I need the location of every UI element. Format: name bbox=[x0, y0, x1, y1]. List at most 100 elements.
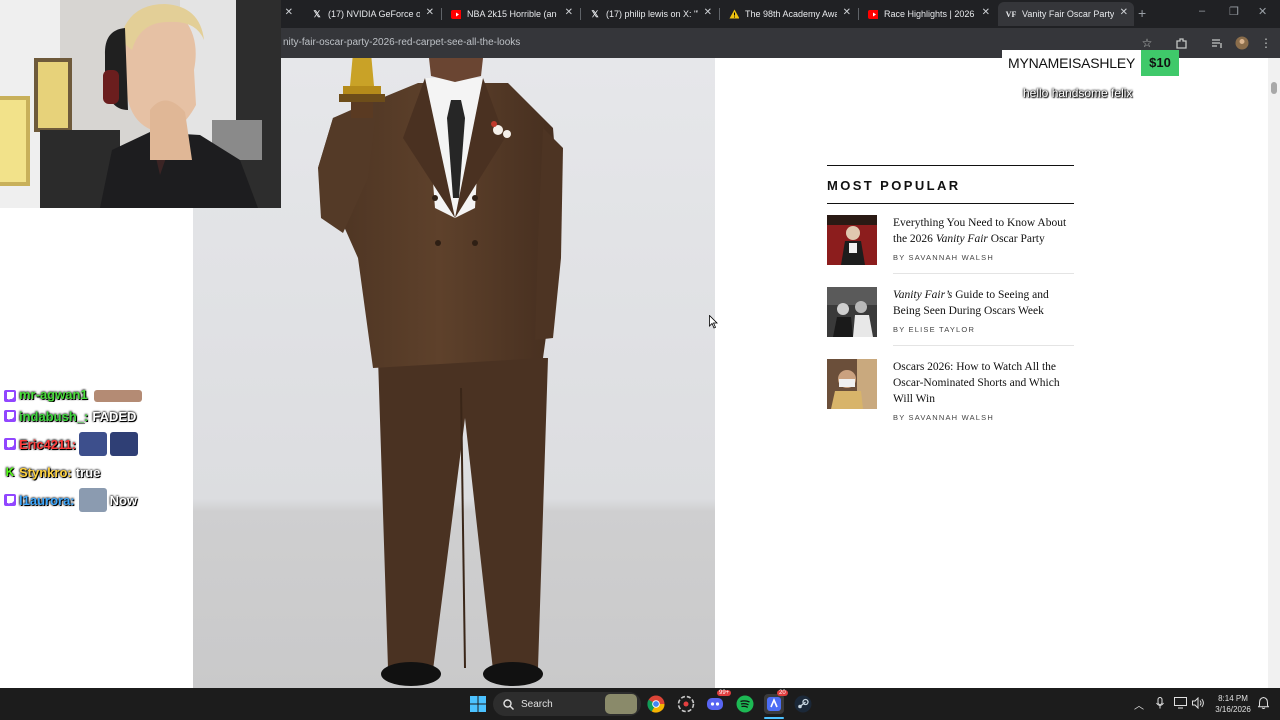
close-icon[interactable]: ✕ bbox=[704, 7, 712, 18]
chat-username: Stynkro: bbox=[19, 464, 72, 480]
article-thumbnail[interactable] bbox=[827, 287, 877, 337]
tab-title: Race Highlights | 2026 Ch bbox=[884, 9, 974, 19]
discord-icon[interactable]: 99+ bbox=[705, 690, 732, 714]
kick-badge-icon: K bbox=[5, 465, 15, 479]
twitch-badge-icon bbox=[4, 410, 16, 422]
article-byline: BY SAVANNAH WALSH bbox=[893, 253, 994, 262]
app-badge: 20 bbox=[777, 690, 788, 696]
popular-article[interactable]: Vanity Fair’s Guide to Seeing and Being … bbox=[827, 287, 1074, 359]
headline-italic: Vanity Fair bbox=[935, 233, 988, 245]
close-icon[interactable]: ✕ bbox=[982, 7, 990, 18]
microphone-icon[interactable] bbox=[1156, 697, 1164, 712]
active-app-indicator bbox=[764, 717, 784, 719]
close-icon[interactable]: ✕ bbox=[426, 7, 434, 18]
chat-message: indabush_: FADED bbox=[4, 402, 184, 430]
tab-title: (17) philip lewis on X: "W bbox=[606, 9, 698, 19]
chat-message: Eric4211: bbox=[4, 430, 184, 458]
taskbar-search[interactable]: Search bbox=[493, 692, 641, 716]
x-logo-icon: 𝕏 bbox=[591, 8, 599, 19]
search-label: Search bbox=[521, 698, 553, 710]
chat-message: K Stynkro: true bbox=[4, 458, 184, 486]
system-clock[interactable]: 8:14 PM 3/16/2026 bbox=[1210, 693, 1256, 715]
headline-italic: Vanity Fair’s bbox=[893, 289, 953, 301]
app-icon-active[interactable]: 20 bbox=[764, 690, 788, 714]
youtube-icon bbox=[868, 9, 878, 19]
vf-icon: VF bbox=[1005, 9, 1017, 19]
search-icon bbox=[503, 698, 514, 710]
clock-time: 8:14 PM bbox=[1218, 694, 1248, 703]
notification-bell-icon[interactable] bbox=[1257, 696, 1270, 712]
network-icon[interactable] bbox=[1174, 697, 1188, 712]
warning-icon bbox=[729, 9, 739, 19]
donor-name: MYNAMEISASHLEY bbox=[1002, 50, 1142, 76]
close-window-button[interactable]: ✕ bbox=[1258, 5, 1267, 18]
webcam-overlay bbox=[0, 0, 281, 208]
chat-message: mr-agwan1 bbox=[4, 388, 184, 402]
article-headline[interactable]: Everything You Need to Know About the 20… bbox=[893, 215, 1074, 247]
new-tab-button[interactable]: + bbox=[1138, 5, 1146, 21]
donation-amount: $10 bbox=[1141, 50, 1179, 76]
article-byline: BY SAVANNAH WALSH bbox=[893, 413, 994, 422]
profile-avatar-icon[interactable] bbox=[1234, 35, 1250, 51]
windows-start-icon[interactable] bbox=[468, 694, 488, 714]
twitch-badge-icon bbox=[4, 494, 16, 506]
section-rule bbox=[827, 165, 1074, 166]
tab-philip-lewis[interactable]: 𝕏 (17) philip lewis on X: "W ✕ bbox=[582, 2, 718, 26]
tab-title: Vanity Fair Oscar Party 20 bbox=[1022, 9, 1114, 19]
youtube-icon bbox=[451, 9, 461, 19]
article-headline[interactable]: Oscars 2026: How to Watch All the Oscar-… bbox=[893, 359, 1074, 407]
chevron-up-icon[interactable]: ︿ bbox=[1134, 697, 1144, 712]
popular-article[interactable]: Oscars 2026: How to Watch All the Oscar-… bbox=[827, 359, 1074, 431]
article-thumbnail[interactable] bbox=[827, 359, 877, 409]
chat-message: l1aurora: Now bbox=[4, 486, 184, 514]
article-byline: BY ELISE TAYLOR bbox=[893, 325, 976, 334]
discord-badge: 99+ bbox=[717, 690, 732, 696]
chat-emote bbox=[78, 488, 107, 512]
steam-icon[interactable] bbox=[793, 694, 813, 714]
article-headline[interactable]: Vanity Fair’s Guide to Seeing and Being … bbox=[893, 287, 1074, 319]
chrome-icon[interactable] bbox=[646, 694, 666, 714]
chat-text: true bbox=[75, 464, 101, 480]
tab-close-button[interactable]: ✕ bbox=[281, 2, 297, 26]
x-logo-icon: 𝕏 bbox=[313, 8, 321, 19]
chat-emote bbox=[110, 432, 139, 456]
tab-race-highlights[interactable]: Race Highlights | 2026 Ch ✕ bbox=[860, 2, 996, 26]
close-icon[interactable]: ✕ bbox=[843, 7, 851, 18]
spotify-icon[interactable] bbox=[735, 694, 755, 714]
donation-alert: MYNAMEISASHLEY $10 bbox=[1002, 50, 1179, 76]
maximize-button[interactable]: ❐ bbox=[1229, 5, 1239, 18]
donation-message: hello handsome felix bbox=[1023, 86, 1133, 100]
windows-taskbar: Search 99+ 20 ︿ 8:14 PM 3/16/2026 bbox=[0, 688, 1280, 720]
bookmark-star-icon[interactable]: ☆ bbox=[1139, 35, 1155, 51]
mouse-cursor-icon bbox=[709, 315, 718, 329]
close-icon[interactable]: ✕ bbox=[565, 7, 573, 18]
most-popular-section: MOST POPULAR Everything You Need to Know… bbox=[827, 165, 1074, 431]
chat-username: indabush_: bbox=[19, 408, 89, 424]
url-field[interactable]: nity-fair-oscar-party-2026-red-carpet-se… bbox=[283, 37, 520, 48]
twitch-badge-icon bbox=[4, 390, 16, 402]
tab-academy-awards[interactable]: The 98th Academy Award ✕ bbox=[721, 2, 857, 26]
scrollbar-thumb[interactable] bbox=[1271, 82, 1277, 94]
close-icon[interactable]: ✕ bbox=[1120, 7, 1128, 18]
tab-nba[interactable]: NBA 2k15 Horrible (and H ✕ bbox=[443, 2, 579, 26]
media-control-icon[interactable] bbox=[1209, 35, 1225, 51]
twitch-badge-icon bbox=[4, 438, 16, 450]
popular-article[interactable]: Everything You Need to Know About the 20… bbox=[827, 215, 1074, 287]
divider bbox=[893, 345, 1074, 346]
volume-icon[interactable] bbox=[1192, 696, 1205, 712]
chat-username: l1aurora: bbox=[19, 492, 75, 508]
tab-nvidia[interactable]: 𝕏 (17) NVIDIA GeForce on X ✕ bbox=[304, 2, 440, 26]
menu-kebab-icon[interactable]: ⋮ bbox=[1258, 35, 1274, 51]
recorder-icon[interactable] bbox=[676, 694, 696, 714]
tab-title: The 98th Academy Award bbox=[745, 9, 837, 19]
headline-text: Oscars 2026: How to Watch All the Oscar-… bbox=[893, 361, 1060, 405]
article-thumbnail[interactable] bbox=[827, 215, 877, 265]
minimize-button[interactable]: – bbox=[1199, 5, 1205, 17]
page-scrollbar[interactable] bbox=[1268, 58, 1280, 688]
tab-vanity-fair[interactable]: VF Vanity Fair Oscar Party 20 ✕ bbox=[998, 2, 1134, 26]
chat-username: mr-agwan1 bbox=[19, 388, 88, 402]
tab-title: NBA 2k15 Horrible (and H bbox=[467, 9, 557, 19]
chat-text: FADED bbox=[92, 408, 137, 424]
stream-chat-overlay: mr-agwan1 indabush_: FADED Eric4211: K S… bbox=[4, 388, 184, 514]
extensions-icon[interactable] bbox=[1173, 35, 1189, 51]
